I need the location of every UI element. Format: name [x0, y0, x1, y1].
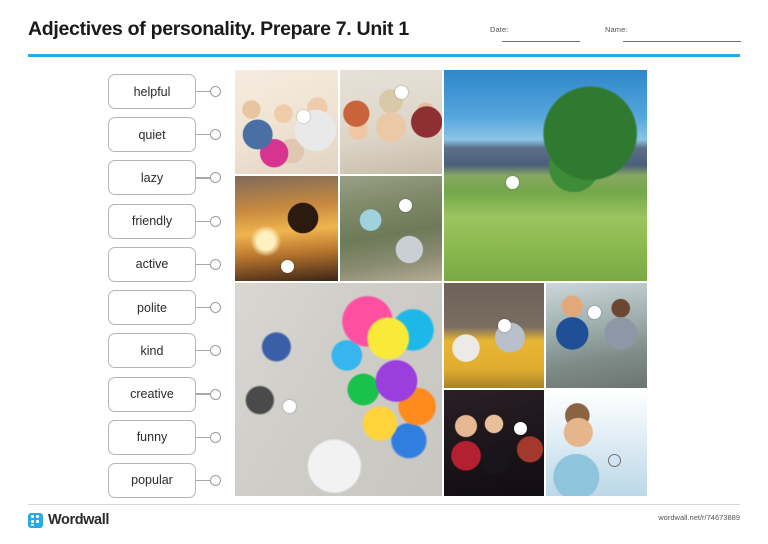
word-box-active[interactable]: active	[108, 246, 196, 282]
connector-line	[196, 393, 210, 395]
match-dot[interactable]	[210, 302, 221, 314]
match-marker[interactable]	[395, 86, 408, 99]
connector-line	[196, 479, 210, 482]
match-marker[interactable]	[588, 306, 601, 319]
match-dot[interactable]	[210, 258, 221, 270]
photo-high-five-group	[235, 70, 338, 174]
image-funny-faces[interactable]	[340, 70, 442, 174]
connector-line	[196, 90, 210, 93]
connector-line	[196, 220, 210, 222]
image-grid	[235, 70, 647, 496]
word-box-polite[interactable]: polite	[108, 290, 196, 326]
wordwall-brand[interactable]: Wordwall	[28, 512, 109, 528]
brand-name: Wordwall	[48, 512, 109, 528]
date-input-line[interactable]	[502, 41, 580, 42]
image-business-handshake[interactable]	[546, 283, 647, 388]
match-marker[interactable]	[281, 260, 294, 273]
word-row[interactable]: kind	[108, 333, 230, 369]
image-helping-hand[interactable]	[235, 176, 338, 281]
match-marker[interactable]	[283, 400, 296, 413]
image-high-five-group[interactable]	[235, 70, 338, 174]
match-dot[interactable]	[210, 129, 221, 141]
word-row[interactable]: funny	[108, 419, 230, 455]
word-box-creative[interactable]: creative	[108, 376, 196, 412]
photo-forest-helping	[340, 176, 442, 281]
worksheet-header: Adjectives of personality. Prepare 7. Un…	[0, 0, 768, 62]
word-row[interactable]: polite	[108, 290, 230, 326]
connector-line	[196, 263, 210, 265]
name-field[interactable]: Name:	[605, 25, 745, 42]
header-divider	[28, 54, 740, 57]
word-list: helpful quiet lazy friendly active polit…	[108, 74, 230, 498]
word-box-kind[interactable]: kind	[108, 333, 196, 369]
photo-popular-couple	[444, 390, 544, 496]
match-dot[interactable]	[210, 388, 221, 400]
photo-funny-faces	[340, 70, 442, 174]
word-row[interactable]: quiet	[108, 117, 230, 153]
footer-divider	[28, 504, 740, 505]
name-input-line[interactable]	[623, 41, 741, 42]
worksheet-page: Adjectives of personality. Prepare 7. Un…	[0, 0, 768, 544]
word-box-quiet[interactable]: quiet	[108, 117, 196, 153]
image-creative-doodles[interactable]	[235, 283, 442, 496]
connector-line	[196, 436, 210, 438]
wordwall-logo-icon	[28, 512, 43, 528]
image-cycling-couple[interactable]	[444, 70, 647, 281]
match-marker[interactable]	[498, 319, 511, 332]
match-marker[interactable]	[506, 176, 519, 189]
image-forest-helping[interactable]	[340, 176, 442, 281]
connector-line	[196, 350, 210, 352]
date-label: Date:	[490, 25, 509, 34]
photo-business-handshake	[546, 283, 647, 388]
match-dot[interactable]	[210, 86, 221, 97]
word-box-helpful[interactable]: helpful	[108, 74, 196, 109]
word-row[interactable]: helpful	[108, 74, 230, 109]
photo-cycling-couple	[444, 70, 647, 281]
word-row[interactable]: popular	[108, 462, 230, 498]
match-dot[interactable]	[210, 215, 221, 227]
word-box-friendly[interactable]: friendly	[108, 203, 196, 239]
match-marker[interactable]	[514, 422, 527, 435]
date-field[interactable]: Date:	[490, 25, 580, 42]
image-popular-couple[interactable]	[444, 390, 544, 496]
match-dot[interactable]	[210, 345, 221, 357]
page-title: Adjectives of personality. Prepare 7. Un…	[28, 18, 409, 40]
word-row[interactable]: active	[108, 246, 230, 282]
photo-quiet-boy	[546, 390, 647, 496]
word-row[interactable]: creative	[108, 376, 230, 412]
connector-line	[196, 134, 210, 136]
photo-creative-doodles	[235, 283, 442, 496]
match-dot[interactable]	[210, 172, 221, 184]
word-row[interactable]: lazy	[108, 160, 230, 196]
match-marker[interactable]	[608, 454, 621, 467]
word-row[interactable]: friendly	[108, 203, 230, 239]
connector-line	[196, 307, 210, 309]
word-box-funny[interactable]: funny	[108, 419, 196, 455]
name-label: Name:	[605, 25, 628, 34]
match-dot[interactable]	[210, 431, 221, 443]
image-lazy-on-couch[interactable]	[444, 283, 544, 388]
match-marker[interactable]	[297, 110, 310, 123]
worksheet-url[interactable]: wordwall.net/r/74673889	[658, 513, 740, 522]
worksheet-footer: Wordwall wordwall.net/r/74673889	[28, 512, 740, 534]
connector-line	[196, 177, 210, 179]
word-box-lazy[interactable]: lazy	[108, 160, 196, 196]
photo-lazy-on-couch	[444, 283, 544, 388]
word-box-popular[interactable]: popular	[108, 462, 196, 498]
image-quiet-boy[interactable]	[546, 390, 647, 496]
match-dot[interactable]	[210, 474, 221, 486]
match-marker[interactable]	[399, 199, 412, 212]
